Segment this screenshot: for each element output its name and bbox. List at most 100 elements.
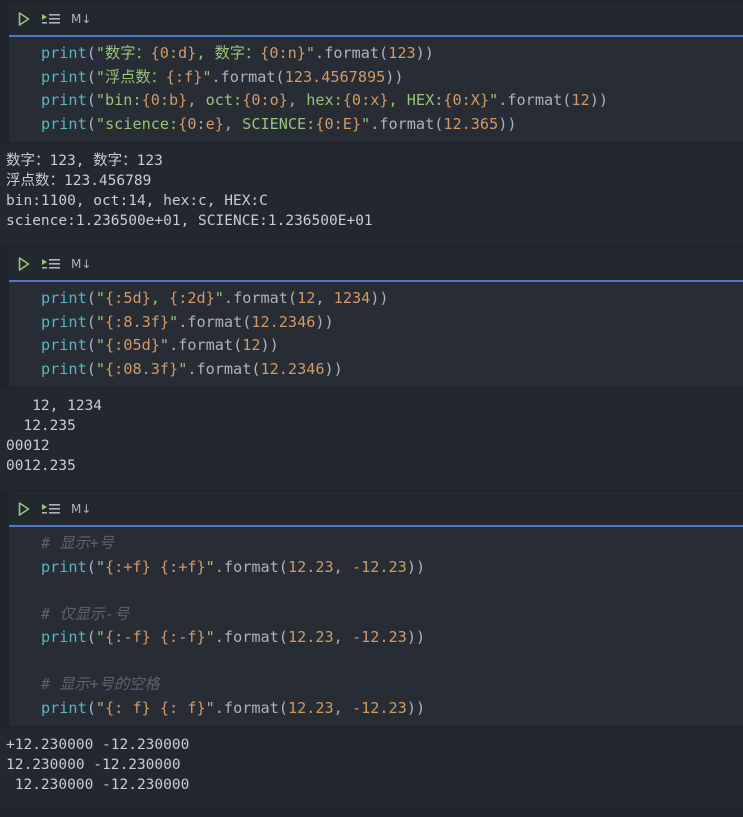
- execute-below-icon: [42, 13, 60, 24]
- number-token: 12: [297, 289, 316, 307]
- output-line: 12.230000 -12.230000: [6, 757, 181, 773]
- punctuation-token: )): [260, 336, 279, 354]
- code-line: print("{:-f} {:-f}".format(12.23, -12.23…: [41, 626, 743, 650]
- punctuation-token: ,: [333, 628, 352, 646]
- keyword-token: print: [41, 44, 87, 62]
- format-spec-token: {0:E}: [315, 114, 362, 133]
- run-cell-button[interactable]: [17, 9, 31, 29]
- format-spec-token: {0:X}: [443, 91, 490, 109]
- code-cell-2[interactable]: M↓ print("{:5d}, {:2d}".format(12, 1234)…: [9, 247, 743, 387]
- code-editor[interactable]: print("数字：{0:d}, 数字：{0:n}".format(123)) p…: [9, 37, 743, 142]
- output-line: 浮点数：123.456789: [6, 173, 152, 189]
- code-editor[interactable]: # 显示+号 print("{:+f} {:+f}".format(12.23, …: [9, 527, 743, 726]
- number-token: 12.365: [443, 114, 499, 133]
- cell-toolbar: M↓: [9, 492, 743, 527]
- execute-below-button[interactable]: [41, 9, 61, 29]
- string-token: , oct:: [187, 91, 243, 109]
- punctuation-token: .format(: [214, 628, 288, 646]
- punctuation-token: )): [498, 114, 517, 133]
- string-token: ": [202, 67, 212, 86]
- format-spec-token: {0:x}: [342, 91, 389, 109]
- punctuation-token: .format(: [187, 359, 261, 378]
- output-line: 12.235: [6, 418, 76, 434]
- number-token: 12.23: [287, 557, 334, 576]
- punctuation-token: )): [589, 91, 608, 109]
- code-line: # 显示+号的空格: [41, 673, 743, 697]
- format-spec-token: {:+f}: [105, 557, 151, 576]
- number-token: 123.4567895: [284, 67, 386, 86]
- punctuation-token: (: [86, 114, 96, 133]
- format-spec-token: {0:b}: [141, 91, 188, 109]
- output-line: 12.230000 -12.230000: [6, 777, 190, 793]
- string-token: ": [95, 628, 106, 646]
- punctuation-token: .format(: [223, 289, 298, 307]
- format-spec-token: {0:e}: [178, 114, 224, 133]
- string-token: ": [214, 289, 224, 307]
- output-line: 12, 1234: [6, 398, 103, 414]
- punctuation-token: )): [406, 698, 426, 717]
- string-token: ,: [150, 289, 170, 307]
- punctuation-token: (: [86, 312, 96, 331]
- markdown-toggle-button[interactable]: M↓: [71, 9, 91, 29]
- number-token: 12: [242, 336, 261, 354]
- code-cell-3[interactable]: M↓ # 显示+号 print("{:+f} {:+f}".format(12.2…: [9, 492, 743, 726]
- punctuation-token: )): [415, 44, 434, 62]
- run-cell-icon: [18, 501, 30, 516]
- string-token: ": [205, 698, 215, 717]
- format-spec-token: {: f}: [159, 698, 206, 717]
- punctuation-token: )): [370, 289, 389, 307]
- number-token: 12: [571, 91, 590, 109]
- run-cell-button[interactable]: [17, 499, 31, 519]
- output-line: 00012: [6, 438, 50, 454]
- code-line: # 仅显示-号: [41, 603, 743, 627]
- keyword-token: print: [41, 67, 87, 86]
- keyword-token: print: [41, 698, 87, 717]
- string-token: ": [95, 289, 106, 307]
- format-spec-token: {0:d}: [150, 44, 197, 62]
- markdown-toggle-button[interactable]: M↓: [71, 499, 91, 519]
- keyword-token: print: [41, 557, 87, 576]
- string-token: , 数字：: [196, 44, 261, 62]
- run-cell-icon: [18, 11, 30, 26]
- string-token: ": [95, 312, 106, 331]
- string-token: "science:: [95, 114, 179, 133]
- punctuation-token: .format(: [169, 336, 243, 354]
- format-spec-token: {:f}: [165, 67, 203, 86]
- string-token: ": [95, 336, 106, 354]
- cell-output: +12.230000 -12.230000 12.230000 -12.23000…: [0, 729, 743, 809]
- number-token: -12.23: [351, 557, 407, 576]
- execute-below-button[interactable]: [41, 499, 61, 519]
- format-spec-token: {0:n}: [260, 44, 306, 62]
- markdown-toggle-button[interactable]: M↓: [71, 254, 91, 274]
- string-token: ": [95, 557, 106, 576]
- code-cell-1[interactable]: M↓ print("数字：{0:d}, 数字：{0:n}".format(123…: [9, 2, 743, 142]
- code-line: print("{:5d}, {:2d}".format(12, 1234)): [41, 287, 743, 311]
- execute-below-icon: [42, 258, 60, 269]
- punctuation-token: )): [406, 557, 426, 576]
- code-line: print("{:05d}".format(12)): [41, 334, 743, 358]
- format-spec-token: {:+f}: [159, 557, 206, 576]
- number-token: 12.2346: [260, 359, 325, 378]
- string-token: , SCIENCE:: [223, 114, 316, 133]
- format-spec-token: {:05d}: [105, 336, 160, 354]
- string-token: ": [205, 628, 215, 646]
- punctuation-token: (: [86, 698, 96, 717]
- punctuation-token: .format(: [214, 698, 288, 717]
- keyword-token: print: [41, 312, 87, 331]
- punctuation-token: )): [385, 67, 404, 86]
- cell-toolbar: M↓: [9, 247, 743, 282]
- string-token: ": [361, 114, 371, 133]
- format-spec-token: {:-f}: [105, 628, 151, 646]
- punctuation-token: ,: [333, 698, 352, 717]
- execute-below-button[interactable]: [41, 254, 61, 274]
- code-line: print("数字：{0:d}, 数字：{0:n}".format(123)): [41, 42, 743, 66]
- run-cell-button[interactable]: [17, 254, 31, 274]
- number-token: -12.23: [351, 698, 407, 717]
- punctuation-token: )): [324, 359, 343, 378]
- format-spec-token: {:2d}: [169, 289, 215, 307]
- number-token: -12.23: [351, 628, 407, 646]
- string-token: "bin:: [95, 91, 142, 109]
- output-line: bin:1100, oct:14, hex:c, HEX:C: [6, 193, 268, 209]
- code-editor[interactable]: print("{:5d}, {:2d}".format(12, 1234)) pr…: [9, 282, 743, 387]
